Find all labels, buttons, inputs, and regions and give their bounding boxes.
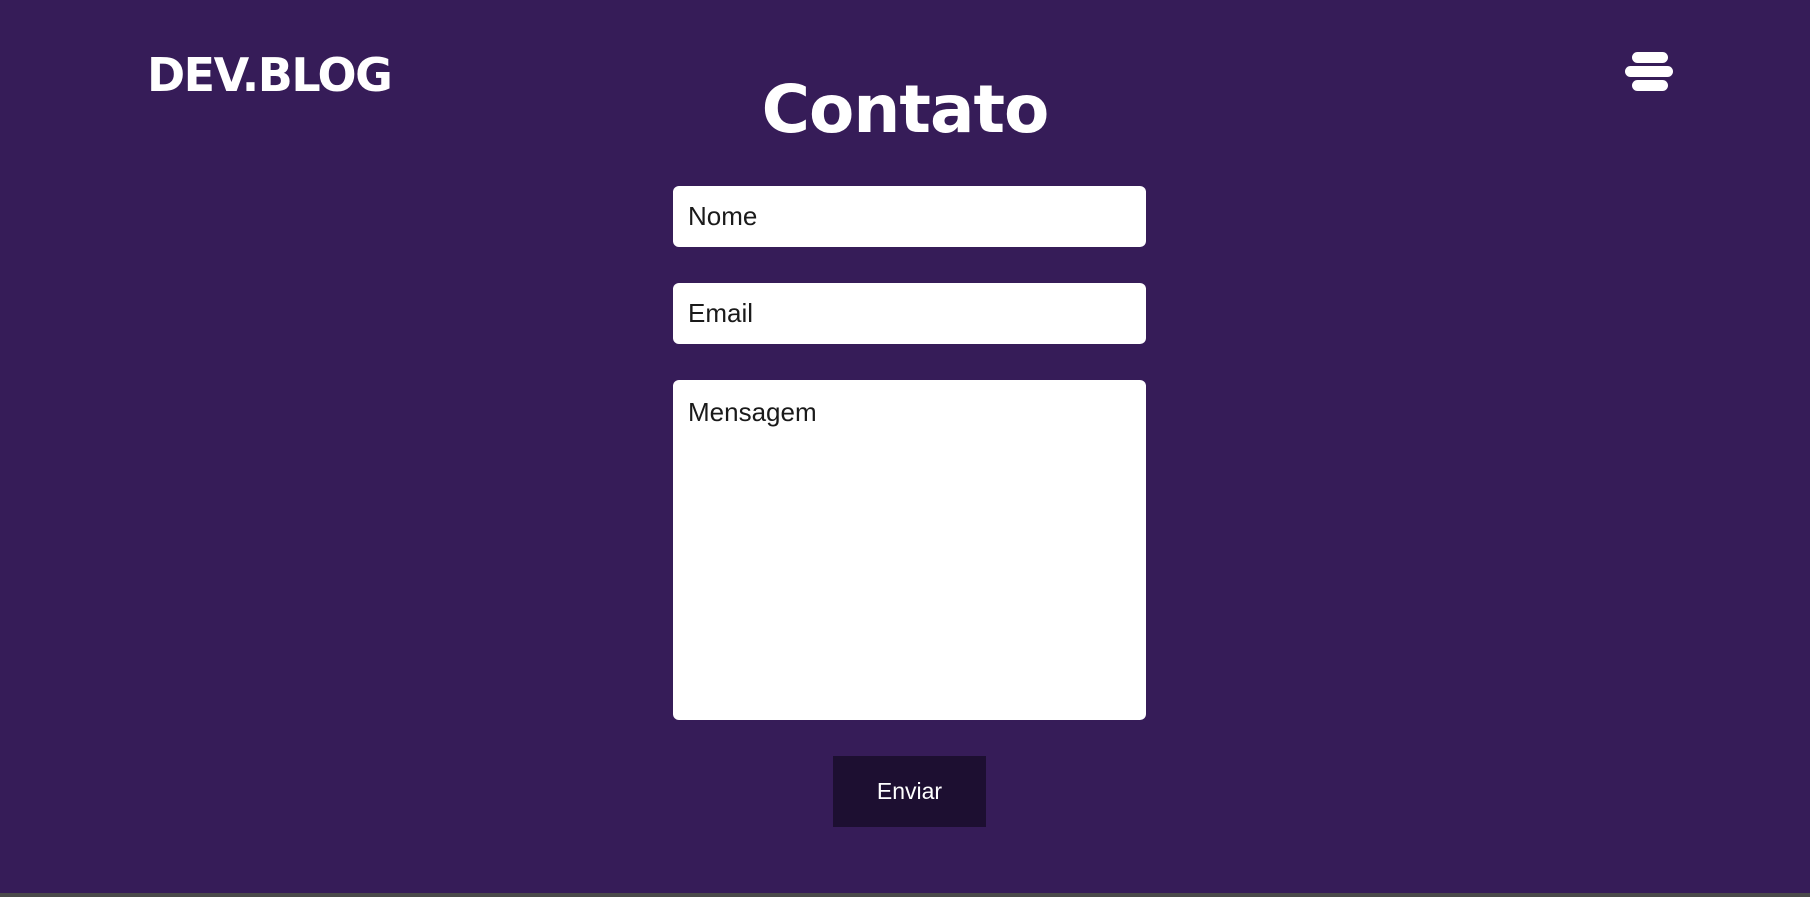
name-input[interactable] bbox=[673, 186, 1146, 247]
email-input[interactable] bbox=[673, 283, 1146, 344]
menu-bar-top bbox=[1632, 52, 1668, 63]
page-title: Contato bbox=[761, 71, 1050, 148]
message-textarea[interactable] bbox=[673, 380, 1146, 720]
submit-button[interactable]: Enviar bbox=[833, 756, 986, 827]
page: DEV.BLOG Contato Enviar bbox=[0, 0, 1810, 893]
